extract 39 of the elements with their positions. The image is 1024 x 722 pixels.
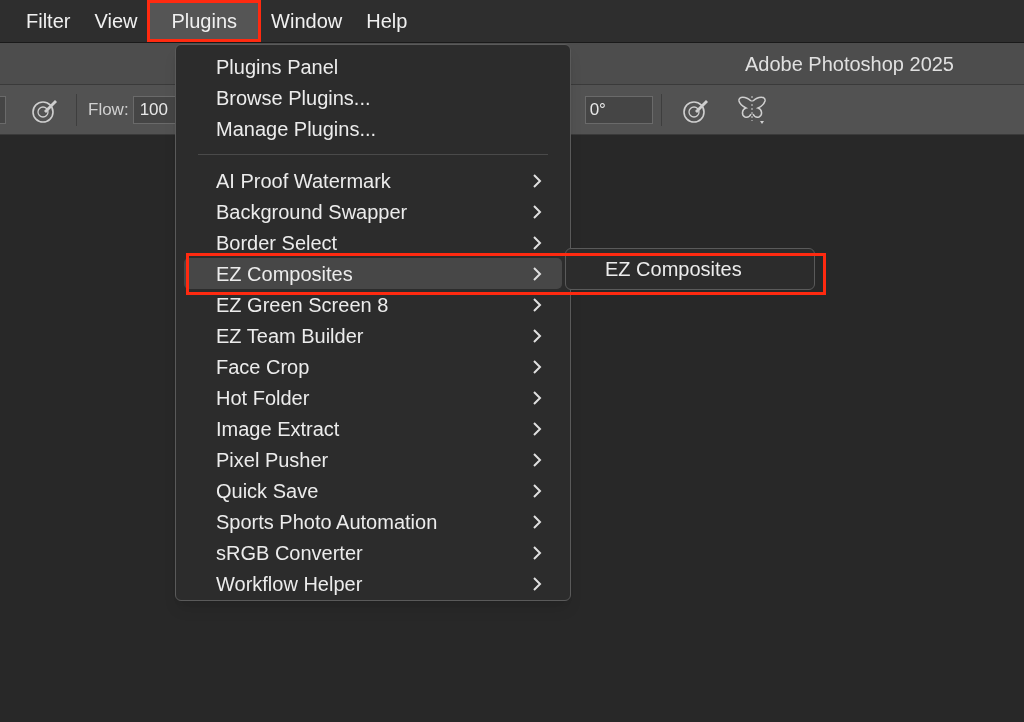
chevron-right-icon: [532, 482, 542, 499]
menu-item[interactable]: Pixel Pusher: [184, 444, 562, 475]
menu-item[interactable]: sRGB Converter: [184, 537, 562, 568]
menu-item[interactable]: Sports Photo Automation: [184, 506, 562, 537]
chevron-right-icon: [532, 451, 542, 468]
chevron-right-icon: [532, 358, 542, 375]
butterfly-symmetry-icon[interactable]: [735, 94, 768, 125]
menu-bar-item[interactable]: Plugins: [149, 2, 260, 40]
menu-item[interactable]: Border Select: [184, 227, 562, 258]
chevron-right-icon: [532, 389, 542, 406]
angle-field[interactable]: 0°: [584, 95, 653, 124]
menu-item[interactable]: Plugins Panel: [176, 51, 570, 82]
chevron-right-icon: [532, 234, 542, 251]
menu-item[interactable]: Hot Folder: [184, 382, 562, 413]
chevron-right-icon: [532, 513, 542, 530]
input-field[interactable]: [0, 95, 6, 124]
menu-bar-item[interactable]: Filter: [14, 2, 83, 40]
menu-item[interactable]: EZ Composites: [184, 258, 562, 289]
window-title: Adobe Photoshop 2025: [744, 51, 954, 77]
menu-item[interactable]: Face Crop: [184, 351, 562, 382]
menu-item[interactable]: EZ Team Builder: [184, 320, 562, 351]
menu-item[interactable]: Image Extract: [184, 413, 562, 444]
menu-item[interactable]: Workflow Helper: [184, 568, 562, 599]
menu-item[interactable]: AI Proof Watermark: [184, 165, 562, 196]
chevron-right-icon: [532, 327, 542, 344]
menu-item[interactable]: Quick Save: [184, 475, 562, 506]
chevron-right-icon: [532, 265, 542, 282]
chevron-right-icon: [532, 544, 542, 561]
flow-label: Flow:: [88, 98, 129, 121]
menu-bar-item[interactable]: View: [82, 2, 150, 40]
chevron-right-icon: [532, 420, 542, 437]
menu-bar-item[interactable]: Window: [259, 2, 355, 40]
menu-item[interactable]: EZ Green Screen 8: [184, 289, 562, 320]
chevron-right-icon: [532, 575, 542, 592]
chevron-right-icon: [532, 296, 542, 313]
menu-item[interactable]: Background Swapper: [184, 196, 562, 227]
menu-bar-item[interactable]: Help: [354, 2, 420, 40]
chevron-right-icon: [532, 203, 542, 220]
chevron-right-icon: [532, 172, 542, 189]
